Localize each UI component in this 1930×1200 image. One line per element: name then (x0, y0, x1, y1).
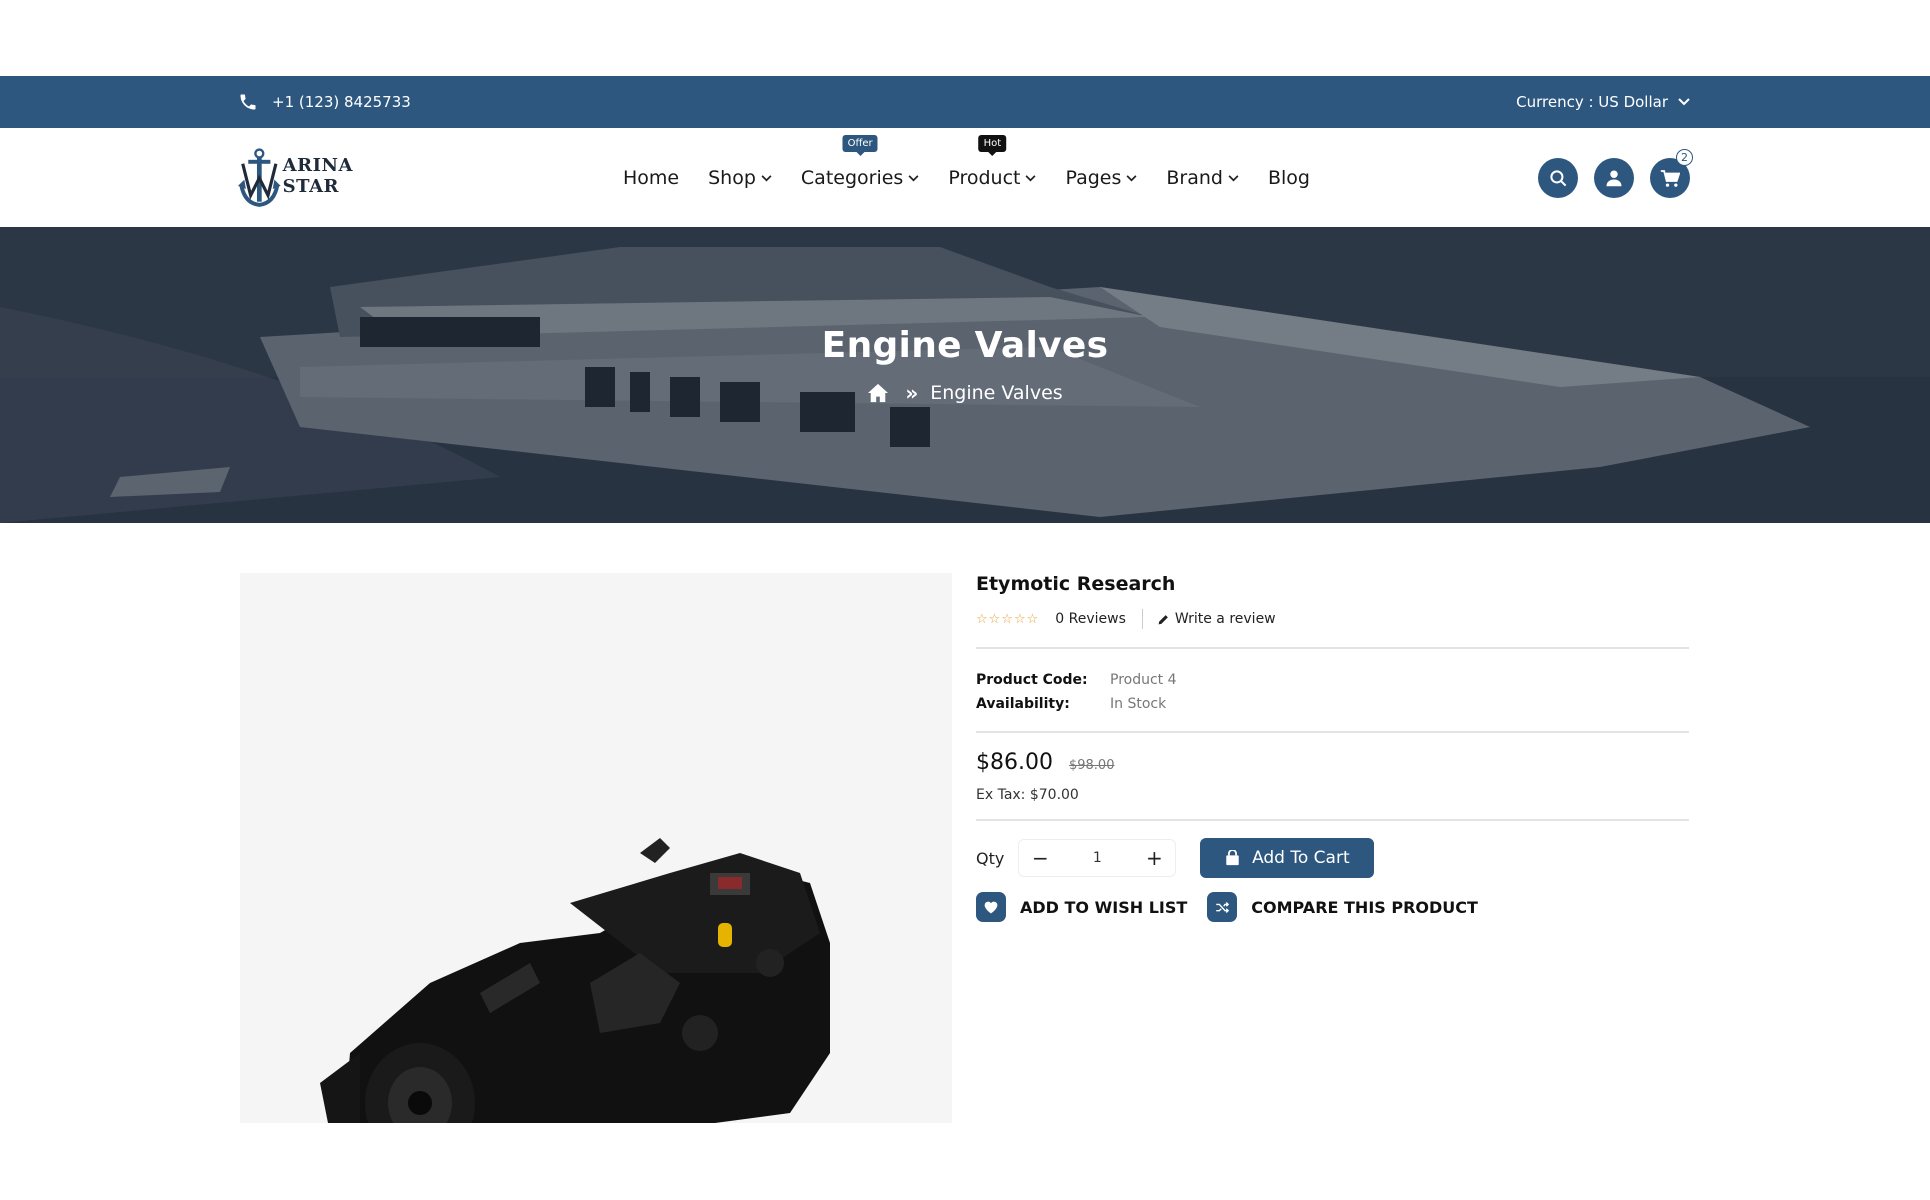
header-actions: 2 (1522, 149, 1693, 198)
ex-tax-price: Ex Tax: $70.00 (976, 787, 1079, 803)
site-logo[interactable]: ARINA STAR (238, 138, 388, 218)
secondary-actions: ADD TO WISH LIST COMPARE THIS PRODUCT (976, 892, 1689, 922)
offer-badge: Offer (842, 134, 878, 156)
compare-product-button[interactable]: COMPARE THIS PRODUCT (1207, 892, 1478, 922)
account-button[interactable] (1594, 158, 1634, 198)
shuffle-icon (1207, 892, 1238, 922)
pencil-icon (1158, 614, 1168, 624)
add-to-cart-button[interactable]: Add To Cart (1200, 838, 1375, 878)
star-rating-icon: ☆☆☆☆☆ (976, 611, 1040, 627)
logo-text: ARINA STAR (282, 155, 353, 197)
yacht-background-image (0, 227, 1930, 523)
spec-label: Availability: (976, 696, 1070, 712)
breadcrumb-separator-icon: » (905, 381, 919, 405)
spec-list: Product Code: Product 4 Availability: In… (976, 668, 1689, 716)
decrease-qty-button[interactable]: − (1025, 844, 1055, 872)
chevron-down-icon (1126, 175, 1137, 182)
quantity-input[interactable] (1067, 850, 1128, 866)
search-button[interactable] (1538, 158, 1578, 198)
cart-icon (1660, 169, 1680, 187)
nav-pages[interactable]: Pages (1065, 167, 1137, 189)
spec-value: Product 4 (1110, 672, 1177, 688)
product-details: Etymotic Research ☆☆☆☆☆ 0 Reviews Write … (976, 573, 1689, 922)
chevron-down-icon (908, 175, 919, 182)
product-image[interactable] (240, 573, 952, 1123)
nav-home[interactable]: Home (623, 167, 679, 189)
spec-row-code: Product Code: Product 4 (976, 668, 1689, 692)
phone-icon (240, 94, 256, 110)
spec-row-availability: Availability: In Stock (976, 692, 1689, 716)
divider (1141, 609, 1143, 629)
add-to-wishlist-button[interactable]: ADD TO WISH LIST (976, 892, 1187, 922)
hot-badge: Hot (978, 134, 1007, 156)
phone-contact[interactable]: +1 (123) 8425733 (238, 76, 411, 128)
wishlist-label: ADD TO WISH LIST (1020, 897, 1188, 917)
chevron-down-icon (1025, 175, 1036, 182)
chevron-down-icon (1228, 175, 1239, 182)
cart-count-badge: 2 (1676, 149, 1693, 166)
rating-row: ☆☆☆☆☆ 0 Reviews Write a review (976, 609, 1689, 629)
nav-product-label: Product (948, 166, 1021, 189)
product-title: Etymotic Research (976, 573, 1176, 595)
increase-qty-button[interactable]: + (1139, 844, 1169, 872)
cart-button[interactable]: 2 (1650, 149, 1693, 198)
breadcrumb: » Engine Valves (0, 381, 1930, 405)
nav-brand[interactable]: Brand (1166, 167, 1239, 189)
chevron-down-icon (1678, 98, 1690, 106)
nav-pages-label: Pages (1065, 166, 1122, 189)
chevron-down-icon (761, 175, 772, 182)
nav-shop[interactable]: Shop (708, 167, 772, 189)
page-title: Engine Valves (821, 325, 1109, 366)
currency-selector[interactable]: Currency : US Dollar (1516, 76, 1690, 128)
engine-valve-image (320, 838, 830, 1123)
search-icon (1549, 169, 1566, 186)
quantity-row: Qty − + Add To Cart (976, 838, 1689, 878)
write-review-link[interactable]: Write a review (1157, 611, 1276, 627)
user-icon (1606, 170, 1622, 187)
anchor-logo-icon (238, 148, 281, 207)
spec-label: Product Code: (976, 672, 1088, 688)
product-price: $86.00 (976, 750, 1053, 775)
old-price: $98.00 (1068, 758, 1115, 773)
qty-label: Qty (976, 848, 1005, 868)
divider (976, 819, 1689, 821)
nav-product[interactable]: Hot Product (948, 134, 1036, 189)
home-icon[interactable] (867, 383, 889, 403)
site-header: ARINA STAR Home Shop Offer Categories Ho… (0, 128, 1930, 227)
reviews-link[interactable]: 0 Reviews (1055, 611, 1126, 627)
nav-blog[interactable]: Blog (1268, 167, 1310, 189)
add-to-cart-label: Add To Cart (1252, 848, 1350, 868)
nav-blog-label: Blog (1267, 166, 1310, 189)
write-review-label: Write a review (1174, 611, 1276, 627)
breadcrumb-current: Engine Valves (930, 382, 1063, 404)
compare-label: COMPARE THIS PRODUCT (1251, 897, 1478, 917)
spec-value: In Stock (1110, 696, 1167, 712)
phone-number: +1 (123) 8425733 (272, 93, 411, 111)
nav-home-label: Home (623, 166, 680, 189)
nav-categories-label: Categories (800, 166, 904, 189)
divider (976, 731, 1689, 733)
price-row: $86.00 $98.00 (976, 750, 1689, 775)
main-nav: Home Shop Offer Categories Hot Product P… (623, 128, 1339, 227)
nav-categories[interactable]: Offer Categories (800, 134, 919, 189)
top-bar: +1 (123) 8425733 Currency : US Dollar (0, 76, 1930, 128)
divider (976, 647, 1689, 649)
shopping-bag-icon (1226, 850, 1239, 866)
quantity-stepper: − + (1018, 839, 1177, 877)
nav-brand-label: Brand (1166, 166, 1223, 189)
nav-shop-label: Shop (708, 166, 756, 189)
currency-label: Currency : US Dollar (1516, 93, 1668, 111)
heart-icon (976, 892, 1006, 922)
page-banner: Engine Valves » Engine Valves (0, 227, 1930, 523)
